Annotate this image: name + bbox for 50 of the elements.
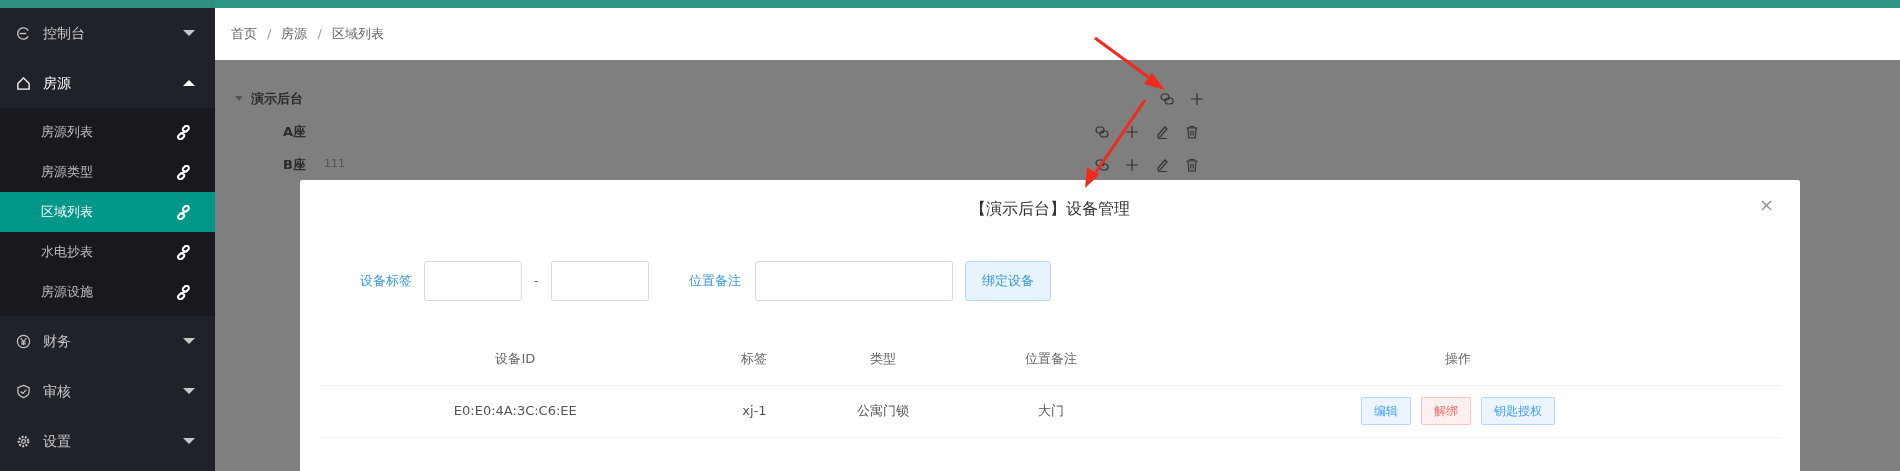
breadcrumb-separator: / <box>267 25 272 44</box>
input-field[interactable] <box>424 261 522 301</box>
sidebar-submenu-item[interactable]: 水电抄表 <box>0 232 215 272</box>
plus-icon[interactable] <box>1189 90 1205 107</box>
sidebar-menu-item[interactable]: 房源 <box>0 58 215 108</box>
column-header: 位置备注 <box>967 333 1136 385</box>
field-label: 位置备注 <box>688 272 741 291</box>
table-cell: 公寓门锁 <box>798 385 968 437</box>
home-icon <box>16 75 31 91</box>
input-field[interactable] <box>754 261 953 301</box>
column-header: 设备ID <box>320 333 711 385</box>
tree-node-label[interactable]: A座 <box>283 121 307 142</box>
tree-node-label[interactable]: B座 <box>283 154 306 175</box>
link-icon[interactable] <box>176 164 191 180</box>
delete-icon[interactable] <box>1184 156 1200 173</box>
table-cell: E0:E0:4A:3C:C6:EE <box>320 385 711 437</box>
sidebar-menu-item[interactable]: 控制台 <box>0 8 215 58</box>
sidebar-submenu-item[interactable]: 房源设施 <box>0 272 215 312</box>
dashboard-icon <box>16 25 31 41</box>
sidebar-menu-item[interactable]: 财务 <box>0 316 215 366</box>
input-field[interactable] <box>550 261 649 301</box>
annotation-arrow <box>1094 36 1165 90</box>
table-cell: xj-1 <box>710 385 799 437</box>
tree-node-label[interactable]: 演示后台 <box>251 88 303 109</box>
column-header: 标签 <box>710 333 799 385</box>
breadcrumb-separator: / <box>317 25 322 44</box>
breadcrumb-link[interactable]: 区域列表 <box>331 24 384 44</box>
link-icon[interactable] <box>176 244 191 260</box>
column-header: 操作 <box>1135 333 1780 385</box>
range-separator: - <box>534 272 539 291</box>
shield-icon <box>16 383 31 399</box>
yen-icon <box>16 333 31 349</box>
column-header: 类型 <box>798 333 968 385</box>
sidebar-menu-item[interactable]: 设置 <box>0 416 215 466</box>
link-icon[interactable] <box>176 124 191 140</box>
gear-icon <box>16 433 31 449</box>
plus-icon[interactable] <box>1124 123 1140 140</box>
sidebar-menu-item[interactable]: 审核 <box>0 366 215 416</box>
modal-title: 【演示后台】设备管理 <box>970 199 1130 218</box>
sidebar-submenu-item[interactable]: 房源类型 <box>0 152 215 192</box>
sidebar-submenu-item[interactable]: 区域列表 <box>0 192 215 232</box>
breadcrumb-link[interactable]: 首页 <box>231 24 257 44</box>
table-cell: 大门 <box>967 385 1136 437</box>
plus-icon[interactable] <box>1124 156 1140 173</box>
sidebar-submenu-item[interactable]: 房源列表 <box>0 112 215 152</box>
delete-icon[interactable] <box>1184 123 1200 140</box>
caret-icon[interactable] <box>235 96 243 101</box>
field-label: 设备标签 <box>360 272 412 291</box>
link-icon[interactable] <box>176 284 191 300</box>
breadcrumb-link[interactable]: 房源 <box>281 24 308 44</box>
